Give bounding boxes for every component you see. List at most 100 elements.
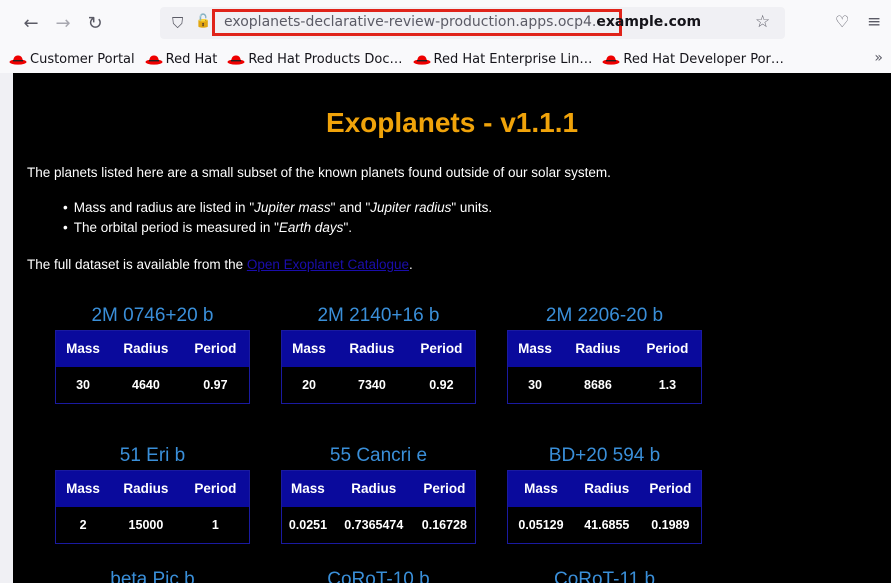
hamburger-menu-icon[interactable]: ≡: [867, 12, 881, 32]
planet-name: 2M 2206-20 b: [545, 305, 664, 326]
planet-table: Mass Radius Period 0.0251 0.7365474 0.16728: [281, 470, 476, 544]
mass-value: 30: [507, 366, 563, 404]
period-value: 0.97: [181, 366, 250, 404]
bookmark-label: Customer Portal: [30, 52, 135, 67]
mass-value: 0.05129: [507, 506, 574, 544]
planet-table: Mass Radius Period 30 4640 0.97: [55, 330, 250, 404]
planet-card: 2M 0746+20 b Mass Radius Period 30 4640 0.97: [55, 302, 250, 404]
mass-value: 30: [55, 366, 111, 404]
planet-card: CoRoT-10 b: [281, 566, 476, 583]
planet-table: Mass Radius Period 0.05129 41.6855 0.1989: [507, 470, 702, 544]
planet-card: 2M 2140+16 b Mass Radius Period 20 7340 0.92: [281, 302, 476, 404]
planet-name: 51 Eri b: [119, 445, 186, 466]
bookmark-star-icon[interactable]: ☆: [755, 12, 770, 32]
planet-card: CoRoT-11 b: [507, 566, 702, 583]
url-prefix: exoplanets-declarative-review-production…: [224, 14, 597, 30]
planet-table: Mass Radius Period 30 8686 1.3: [507, 330, 702, 404]
url-domain: example.com: [596, 14, 702, 30]
period-value: 1.3: [633, 366, 702, 404]
radius-header: Radius: [333, 470, 414, 507]
planet-card: 55 Cancri e Mass Radius Period 0.0251 0.73654…: [281, 442, 476, 544]
bookmark-label: Red Hat: [165, 52, 218, 67]
page-title: Exoplanets - v1.1.1: [325, 107, 579, 138]
radius-value: 4640: [110, 366, 182, 404]
radius-header: Radius: [336, 330, 408, 367]
planet-name: 2M 2140+16 b: [317, 305, 440, 326]
planet-table: Mass Radius Period 20 7340 0.92: [281, 330, 476, 404]
planet-name: CoRoT-10 b: [327, 569, 430, 583]
bookmark-label: Red Hat Developer Por…: [623, 52, 784, 67]
red-hat-icon: [145, 55, 163, 65]
note-period: The orbital period is measured in "Earth…: [63, 220, 492, 235]
dataset-text: The full dataset is available from the O…: [27, 257, 413, 272]
period-header: Period: [639, 470, 702, 507]
navigation-toolbar: ← → ↻ ⛉ 🔓 exoplanets-declarative-review-…: [0, 0, 891, 46]
mass-header: Mass: [55, 330, 111, 367]
period-header: Period: [407, 330, 476, 367]
shield-icon[interactable]: ⛉: [172, 14, 190, 32]
planet-card: 51 Eri b Mass Radius Period 2 15000 1: [55, 442, 250, 544]
radius-header: Radius: [110, 330, 182, 367]
bookmark-item[interactable]: Customer Portal: [9, 52, 135, 67]
radius-value: 41.6855: [573, 506, 640, 544]
planet-name: BD+20 594 b: [548, 445, 661, 466]
bookmark-item[interactable]: Red Hat Products Doc…: [227, 52, 403, 67]
mass-header: Mass: [281, 330, 337, 367]
radius-header: Radius: [562, 330, 634, 367]
mass-value: 2: [55, 506, 111, 544]
catalogue-link[interactable]: Open Exoplanet Catalogue: [247, 257, 409, 272]
page-content[interactable]: Exoplanets - v1.1.1 The planets listed h…: [13, 73, 891, 583]
radius-value: 15000: [110, 506, 182, 544]
planet-card: beta Pic b: [55, 566, 250, 583]
insecure-lock-icon[interactable]: 🔓: [195, 14, 213, 32]
period-value: 0.92: [407, 366, 476, 404]
radius-header: Radius: [110, 470, 182, 507]
planet-card: 2M 2206-20 b Mass Radius Period 30 8686 1.3: [507, 302, 702, 404]
intro-text: The planets listed here are a small subs…: [27, 165, 611, 180]
mass-value: 20: [281, 366, 337, 404]
period-value: 0.16728: [413, 506, 476, 544]
planet-name: beta Pic b: [110, 569, 195, 583]
planet-name: 2M 0746+20 b: [91, 305, 214, 326]
period-header: Period: [633, 330, 702, 367]
bookmark-item[interactable]: Red Hat: [145, 52, 218, 67]
note-mass-radius: Mass and radius are listed in "Jupiter m…: [63, 200, 492, 215]
radius-value: 7340: [336, 366, 408, 404]
red-hat-icon: [227, 55, 245, 65]
mass-header: Mass: [507, 330, 563, 367]
forward-arrow-icon[interactable]: →: [50, 10, 76, 36]
bookmark-item[interactable]: Red Hat Developer Por…: [602, 52, 784, 67]
period-header: Period: [181, 470, 250, 507]
red-hat-icon: [602, 55, 620, 65]
planet-table: Mass Radius Period 2 15000 1: [55, 470, 250, 544]
notes-list: Mass and radius are listed in "Jupiter m…: [63, 200, 492, 240]
page-left-margin: [0, 73, 13, 583]
period-header: Period: [181, 330, 250, 367]
radius-header: Radius: [573, 470, 640, 507]
period-value: 1: [181, 506, 250, 544]
radius-value: 8686: [562, 366, 634, 404]
mass-value: 0.0251: [281, 506, 334, 544]
red-hat-icon: [9, 55, 27, 65]
mass-header: Mass: [55, 470, 111, 507]
period-header: Period: [413, 470, 476, 507]
planet-name: CoRoT-11 b: [553, 569, 656, 583]
mass-header: Mass: [507, 470, 574, 507]
bookmark-label: Red Hat Enterprise Lin…: [433, 52, 593, 67]
planet-name: 55 Cancri e: [329, 445, 428, 466]
bookmarks-bar: Customer Portal Red Hat Red Hat Products D…: [0, 46, 891, 73]
bookmark-item[interactable]: Red Hat Enterprise Lin…: [413, 52, 593, 67]
radius-value: 0.7365474: [333, 506, 414, 544]
pocket-icon[interactable]: ♡: [835, 12, 849, 31]
period-value: 0.1989: [639, 506, 702, 544]
url-text[interactable]: exoplanets-declarative-review-production…: [224, 14, 701, 30]
reload-icon[interactable]: ↻: [82, 10, 108, 36]
back-arrow-icon[interactable]: ←: [18, 10, 44, 36]
url-bar[interactable]: ⛉ 🔓 exoplanets-declarative-review-produc…: [160, 7, 785, 39]
browser-chrome: ← → ↻ ⛉ 🔓 exoplanets-declarative-review-…: [0, 0, 891, 73]
red-hat-icon: [413, 55, 430, 65]
planet-card: BD+20 594 b Mass Radius Period 0.05129 41.685…: [507, 442, 702, 544]
bookmark-label: Red Hat Products Doc…: [248, 52, 403, 67]
bookmarks-overflow-icon[interactable]: »: [874, 50, 883, 66]
mass-header: Mass: [281, 470, 334, 507]
